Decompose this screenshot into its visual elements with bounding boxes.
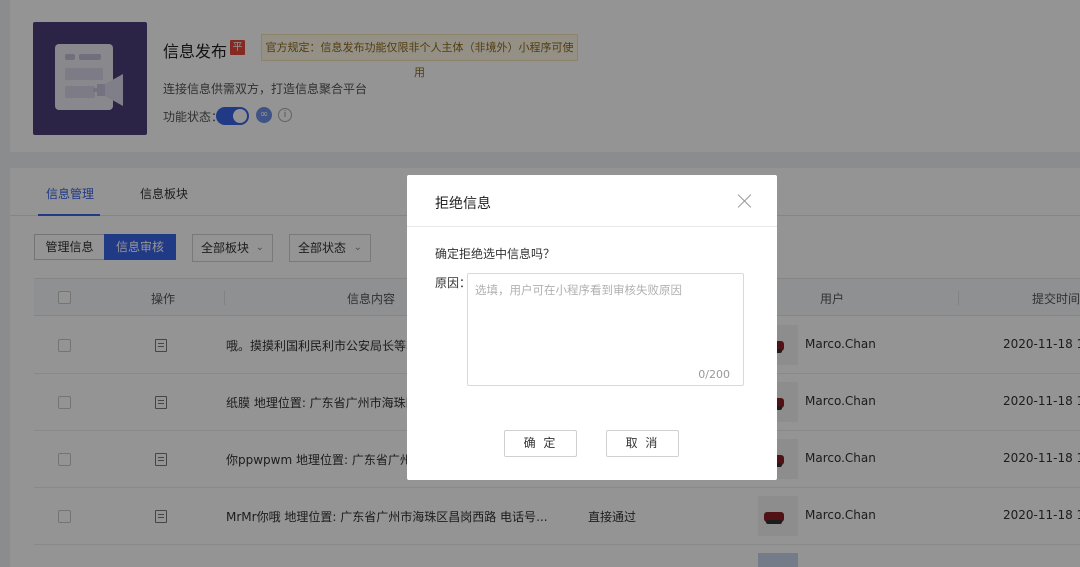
- dialog-title: 拒绝信息: [435, 196, 491, 212]
- reason-field-wrapper: 0/200: [467, 273, 744, 386]
- confirm-button[interactable]: 确 定: [504, 430, 577, 457]
- dialog-question: 确定拒绝选中信息吗？: [435, 247, 556, 261]
- close-icon[interactable]: [737, 193, 753, 209]
- reason-label: 原因：: [435, 276, 472, 290]
- reject-info-dialog: 拒绝信息 确定拒绝选中信息吗？ 原因： 0/200 确 定 取 消: [407, 175, 777, 480]
- page: 信息发布 平 官方规定：信息发布功能仅限非个人主体（非境外）小程序可使用 连接信…: [0, 0, 1080, 567]
- reason-char-count: 0/200: [698, 368, 730, 381]
- dialog-divider: [407, 226, 777, 227]
- cancel-button[interactable]: 取 消: [606, 430, 679, 457]
